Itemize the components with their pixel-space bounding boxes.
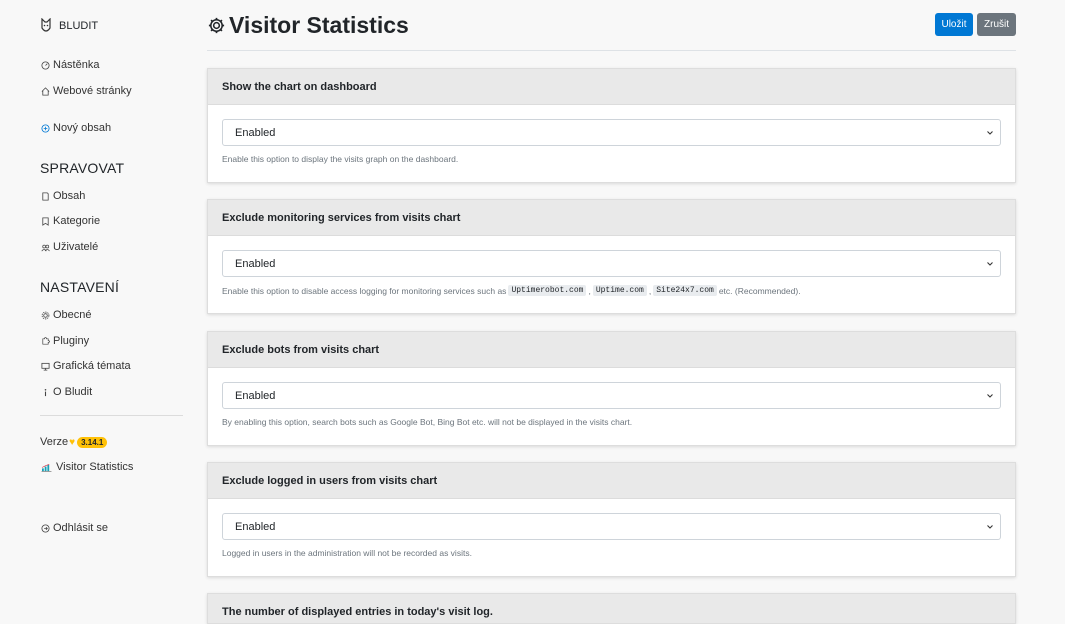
brand-label: BLUDIT	[59, 20, 99, 32]
sidebar-item-label: Obecné	[53, 309, 92, 321]
sidebar-item-plugins[interactable]: Pluginy	[40, 335, 89, 347]
version-label: Verze	[40, 436, 69, 448]
select-value: Enabled	[235, 389, 276, 402]
page-header: Visitor Statistics Uložit Zrušit	[207, 10, 1016, 51]
sidebar-item-logout[interactable]: Odhlásit se	[40, 522, 108, 534]
chevron-down-icon	[986, 260, 994, 268]
version-badge: 3.14.1	[77, 436, 108, 448]
sidebar-item-label: O Bludit	[53, 386, 93, 398]
sidebar-item-general[interactable]: Obecné	[40, 309, 92, 321]
settings-section-title: NASTAVENÍ	[40, 279, 120, 295]
sidebar-item-new-content[interactable]: Nový obsah	[40, 122, 111, 134]
card-title: Exclude logged in users from visits char…	[208, 463, 1015, 499]
monitor-icon	[40, 361, 50, 371]
card-title: Show the chart on dashboard	[208, 69, 1015, 105]
exclude-bots-select[interactable]: Enabled	[222, 382, 1001, 409]
code-uptime: Uptime.com	[592, 285, 647, 296]
sidebar-item-visitor-statistics[interactable]: Visitor Statistics	[40, 461, 133, 473]
sidebar-divider	[40, 415, 183, 416]
heart-icon: ♥	[69, 436, 76, 448]
save-button[interactable]: Uložit	[935, 13, 973, 36]
sidebar-item-content[interactable]: Obsah	[40, 190, 85, 202]
sidebar-item-label: Webové stránky	[53, 85, 132, 97]
file-icon	[40, 191, 50, 201]
users-icon	[40, 242, 50, 252]
gear-icon	[40, 310, 50, 320]
help-text: Enable this option to display the visits…	[222, 154, 459, 164]
bookmark-icon	[40, 216, 50, 226]
sidebar-item-users[interactable]: Uživatelé	[40, 241, 98, 253]
page-title: Visitor Statistics	[207, 12, 409, 39]
sidebar-item-label: Uživatelé	[53, 241, 99, 253]
chevron-down-icon	[986, 392, 994, 400]
sidebar: BLUDIT Nástěnka Webové stránky Nový obsa…	[0, 0, 200, 624]
chart-icon	[40, 462, 53, 472]
code-site24x7: Site24x7.com	[653, 285, 717, 296]
sidebar-item-label: Grafická témata	[53, 360, 131, 372]
select-value: Enabled	[235, 520, 276, 533]
manage-section-title: SPRAVOVAT	[40, 160, 125, 176]
help-text-pre: Enable this option to disable access log…	[222, 285, 507, 296]
brand[interactable]: BLUDIT	[40, 18, 98, 34]
chevron-down-icon	[986, 129, 994, 137]
setting-card-exclude-logged-in: Exclude logged in users from visits char…	[207, 462, 1016, 577]
sidebar-item-themes[interactable]: Grafická témata	[40, 360, 131, 372]
setting-card-visit-log-entries: The number of displayed entries in today…	[207, 593, 1016, 624]
plus-circle-icon	[40, 123, 50, 133]
select-value: Enabled	[235, 257, 276, 270]
help-text: By enabling this option, search bots suc…	[222, 417, 633, 427]
sidebar-item-label: Odhlásit se	[53, 522, 109, 534]
exclude-monitoring-select[interactable]: Enabled	[222, 250, 1001, 277]
sidebar-item-label: Obsah	[53, 190, 86, 202]
cancel-button[interactable]: Zrušit	[977, 13, 1016, 36]
dashboard-icon	[40, 60, 50, 70]
logout-icon	[40, 523, 50, 533]
sidebar-item-categories[interactable]: Kategorie	[40, 215, 100, 227]
version-info: Verze ♥ 3.14.1	[40, 436, 108, 448]
puzzle-icon	[40, 336, 50, 346]
sidebar-item-label: Nástěnka	[53, 59, 100, 71]
code-uptimerobot: Uptimerobot.com	[508, 285, 587, 296]
sidebar-item-about[interactable]: O Bludit	[40, 386, 92, 398]
help-text: Logged in users in the administration wi…	[222, 548, 472, 558]
setting-card-dashboard-chart: Show the chart on dashboard Enabled Enab…	[207, 68, 1016, 183]
bludit-logo-icon	[40, 18, 52, 34]
select-value: Enabled	[235, 126, 276, 139]
page-title-text: Visitor Statistics	[229, 12, 409, 38]
sidebar-item-website[interactable]: Webové stránky	[40, 85, 132, 97]
sidebar-item-label: Kategorie	[53, 215, 101, 227]
setting-card-exclude-monitoring: Exclude monitoring services from visits …	[207, 199, 1016, 314]
help-text-post: etc. (Recommended).	[718, 285, 801, 296]
card-title: Exclude monitoring services from visits …	[208, 200, 1015, 236]
sidebar-item-label: Visitor Statistics	[56, 461, 134, 473]
help-text: Enable this option to disable access log…	[222, 285, 801, 296]
sidebar-item-label: Pluginy	[53, 335, 90, 347]
home-icon	[40, 86, 50, 96]
sidebar-item-dashboard[interactable]: Nástěnka	[40, 59, 99, 71]
card-title: Exclude bots from visits chart	[208, 332, 1015, 368]
chevron-down-icon	[986, 523, 994, 531]
info-icon	[40, 387, 50, 397]
card-title: The number of displayed entries in today…	[208, 594, 1015, 623]
sidebar-item-label: Nový obsah	[53, 122, 112, 134]
setting-card-exclude-bots: Exclude bots from visits chart Enabled B…	[207, 331, 1016, 446]
dashboard-chart-select[interactable]: Enabled	[222, 119, 1001, 146]
exclude-logged-in-select[interactable]: Enabled	[222, 513, 1001, 540]
gear-icon	[207, 16, 226, 35]
